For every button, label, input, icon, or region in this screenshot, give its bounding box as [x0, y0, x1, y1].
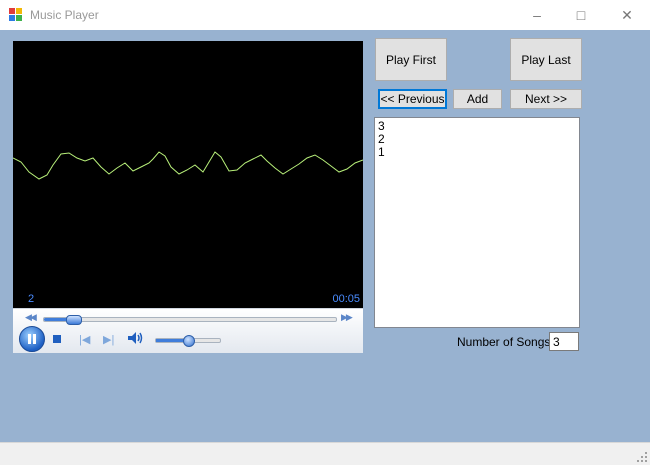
seek-thumb[interactable]	[66, 315, 83, 325]
volume-slider[interactable]	[155, 335, 221, 347]
play-pause-button[interactable]	[19, 326, 45, 352]
minimize-button[interactable]: –	[514, 0, 560, 30]
play-last-button[interactable]: Play Last	[510, 38, 582, 81]
resize-grip-icon[interactable]	[637, 452, 647, 462]
stop-button[interactable]	[53, 335, 61, 343]
skip-previous-button[interactable]: |◀	[79, 333, 90, 346]
track-number: 2	[28, 293, 35, 305]
song-count-field[interactable]	[549, 332, 579, 351]
waveform-visualizer	[13, 151, 363, 180]
window-title: Music Player	[30, 8, 99, 22]
media-player[interactable]: 2 00:05 ◀◀ ▶▶ |◀ ▶|	[13, 41, 363, 353]
list-item[interactable]: 2	[378, 133, 576, 146]
seek-back-icon[interactable]: ◀◀	[25, 312, 37, 323]
list-item[interactable]: 3	[378, 120, 576, 133]
main-panel: 2 00:05 ◀◀ ▶▶ |◀ ▶| Play First Play Last…	[0, 30, 650, 442]
transport-controls: ◀◀ ▶▶ |◀ ▶|	[13, 308, 363, 353]
minimize-icon: –	[533, 7, 541, 23]
volume-thumb[interactable]	[183, 335, 195, 347]
maximize-icon: □	[576, 7, 586, 23]
previous-button[interactable]: << Previous	[378, 89, 447, 109]
status-bar	[0, 442, 650, 465]
next-button[interactable]: Next >>	[510, 89, 582, 109]
title-bar: Music Player – □ ✕	[0, 0, 650, 30]
list-item[interactable]: 1	[378, 146, 576, 159]
close-button[interactable]: ✕	[604, 0, 650, 30]
play-first-button[interactable]: Play First	[375, 38, 447, 81]
seek-slider[interactable]	[43, 315, 337, 325]
pause-icon	[28, 334, 36, 344]
maximize-button[interactable]: □	[558, 0, 604, 30]
song-count-label: Number of Songs	[457, 335, 551, 349]
app-icon	[9, 8, 22, 21]
add-button[interactable]: Add	[453, 89, 502, 109]
speaker-icon[interactable]	[127, 331, 145, 345]
elapsed-time: 00:05	[332, 293, 360, 305]
close-icon: ✕	[621, 6, 633, 23]
skip-next-button[interactable]: ▶|	[103, 333, 114, 346]
seek-forward-icon[interactable]: ▶▶	[341, 312, 353, 323]
playlist-listbox[interactable]: 3 2 1	[374, 117, 580, 328]
